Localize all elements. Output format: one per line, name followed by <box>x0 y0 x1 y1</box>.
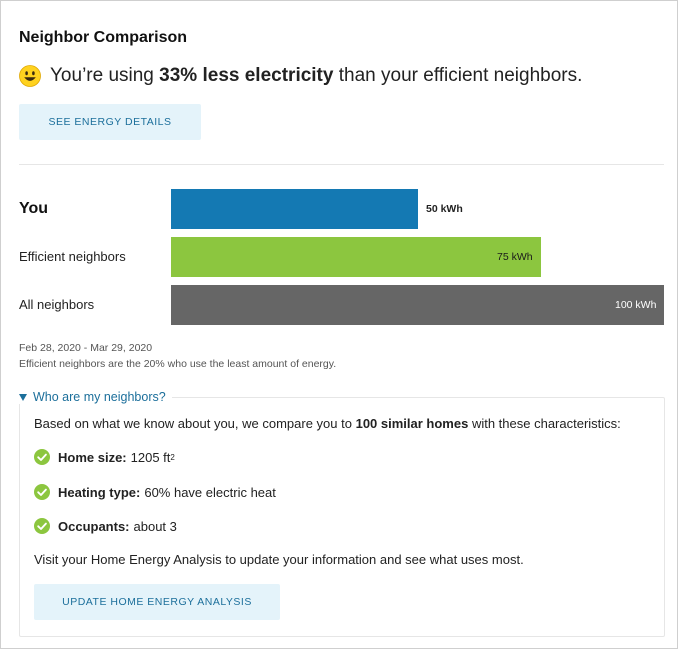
check-circle-icon <box>34 449 50 465</box>
check-circle-icon <box>34 484 50 500</box>
row-label-all-neighbors: All neighbors <box>19 297 95 312</box>
characteristic-label: Occupants: <box>58 518 130 534</box>
usage-bar-all-neighbors <box>171 285 664 325</box>
usage-value-efficient-neighbors: 75 kWh <box>497 251 533 263</box>
update-home-energy-analysis-button[interactable]: UPDATE HOME ENERGY ANALYSIS <box>34 584 280 620</box>
headline-text-pre: You’re using <box>50 65 160 86</box>
characteristic-sup: 2 <box>170 452 175 462</box>
see-energy-details-button[interactable]: SEE ENERGY DETAILS <box>19 104 201 140</box>
row-label-efficient-neighbors: Efficient neighbors <box>19 249 126 264</box>
headline-text-bold: 33% less electricity <box>159 65 334 86</box>
characteristic-label: Home size: <box>58 449 127 465</box>
intro-text-pre: Based on what we know about you, we comp… <box>34 416 356 431</box>
characteristic-value: about 3 <box>133 518 177 534</box>
card-title: Neighbor Comparison <box>19 29 188 46</box>
intro-text-bold: 100 similar homes <box>355 416 469 431</box>
usage-bar-efficient-neighbors <box>171 237 541 277</box>
toggle-label: Who are my neighbors? <box>33 390 166 404</box>
date-range: Feb 28, 2020 - Mar 29, 2020 <box>19 342 153 354</box>
visit-analysis-text: Visit your Home Energy Analysis to updat… <box>34 552 524 567</box>
characteristic-home-size: Home size: 1205 ft 2 <box>34 449 175 465</box>
section-divider <box>19 164 664 165</box>
check-circle-icon <box>34 518 50 534</box>
triangle-down-icon <box>19 393 27 401</box>
headline-text-post: than your efficient neighbors. <box>333 65 583 86</box>
efficient-neighbors-footnote: Efficient neighbors are the 20% who use … <box>19 358 337 370</box>
usage-value-all-neighbors: 100 kWh <box>615 299 657 311</box>
intro-text-post: with these characteristics: <box>468 416 621 431</box>
characteristic-heating-type: Heating type: 60% have electric heat <box>34 484 276 500</box>
characteristic-occupants: Occupants: about 3 <box>34 518 177 534</box>
characteristic-value: 60% have electric heat <box>144 484 276 500</box>
usage-value-you: 50 kWh <box>426 203 463 215</box>
neighbor-comparison-card: Neighbor Comparison You’re using 33% les… <box>0 0 678 649</box>
comparison-headline: You’re using 33% less electricity than y… <box>19 65 582 87</box>
characteristic-label: Heating type: <box>58 484 141 500</box>
neighbors-intro: Based on what we know about you, we comp… <box>34 416 621 431</box>
characteristic-value: 1205 ft <box>130 449 171 465</box>
smiley-face-icon <box>19 65 41 87</box>
usage-bar-you <box>171 189 418 229</box>
who-are-my-neighbors-toggle[interactable]: Who are my neighbors? <box>19 390 172 404</box>
row-label-you: You <box>19 200 49 217</box>
